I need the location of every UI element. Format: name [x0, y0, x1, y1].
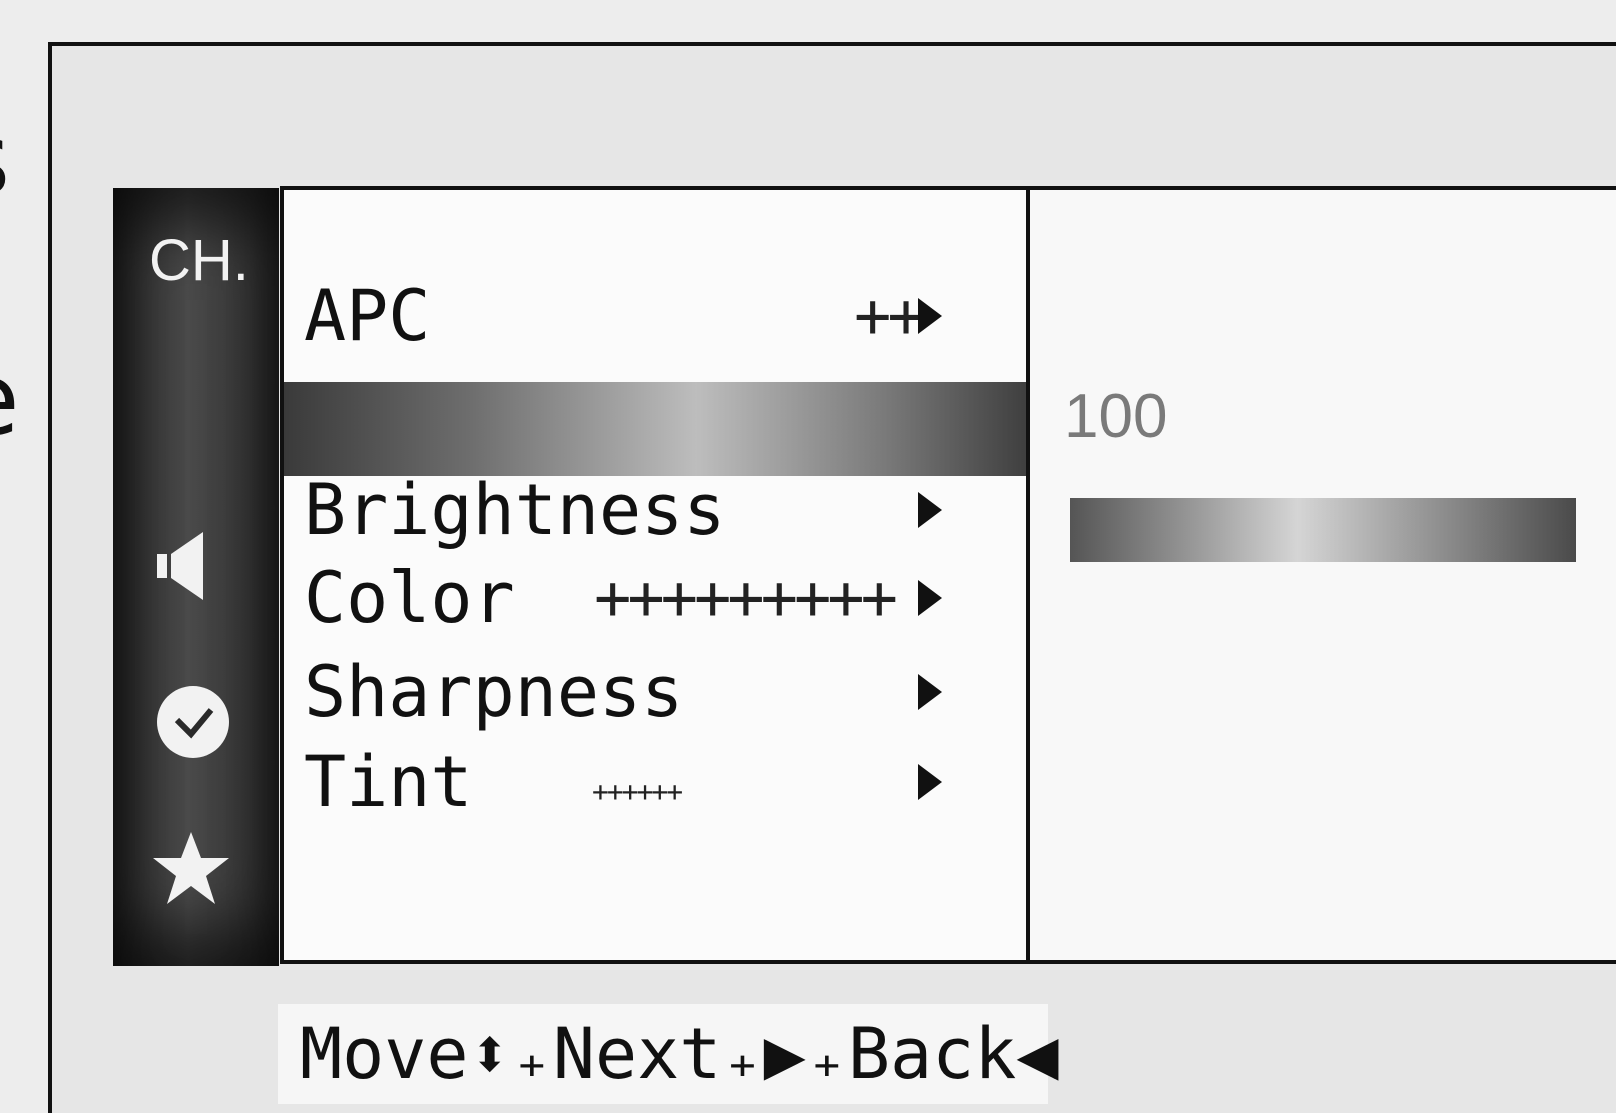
level-slider[interactable] [1070, 498, 1576, 562]
adjustment-panel: 100 [1026, 186, 1616, 964]
submenu-arrow-icon [918, 298, 942, 334]
menu-item-sharpness[interactable]: Sharpness [304, 650, 986, 734]
submenu-arrow-icon [918, 580, 942, 616]
menu-item-label: Tint [304, 741, 473, 823]
menu-item-label: Brightness [304, 469, 726, 551]
menu-item-apc[interactable]: APC ++ [304, 274, 986, 358]
channel-category-label[interactable]: CH. [149, 232, 249, 290]
menu-item-brightness[interactable]: Brightness [304, 468, 986, 552]
menu-item-color[interactable]: Color +++++++++ [304, 556, 986, 640]
menu-item-label: APC [304, 275, 431, 357]
category-sidebar: CH. [113, 188, 279, 966]
navigation-hint: Move⬍₊Next₊▶₊Back◀ [278, 1004, 1059, 1104]
adjustment-value: 100 [1064, 382, 1168, 451]
menu-item-label: Color [304, 557, 515, 639]
submenu-arrow-icon [918, 764, 942, 800]
picture-menu-panel: APC ++ Brightness Color +++++++++ Sharpn… [280, 186, 1034, 964]
menu-item-ticks: ++++++ [592, 775, 683, 808]
speaker-icon[interactable] [151, 526, 231, 606]
menu-item-tint[interactable]: Tint ++++++ [304, 740, 986, 824]
tv-menu-screen: s e CH. APC ++ [0, 0, 1616, 1113]
star-icon[interactable] [151, 828, 231, 908]
selected-menu-row[interactable] [284, 382, 1034, 476]
submenu-arrow-icon [918, 674, 942, 710]
menu-item-label: Sharpness [304, 651, 684, 733]
menu-item-ticks: +++++++++ [594, 561, 898, 634]
level-slider-fill [1070, 498, 1576, 562]
clipped-text-fragment: e [0, 350, 20, 450]
clipped-text-fragment: s [0, 110, 10, 210]
submenu-arrow-icon [918, 492, 942, 528]
menu-item-ticks: ++ [854, 279, 925, 352]
clock-icon[interactable] [153, 682, 233, 762]
